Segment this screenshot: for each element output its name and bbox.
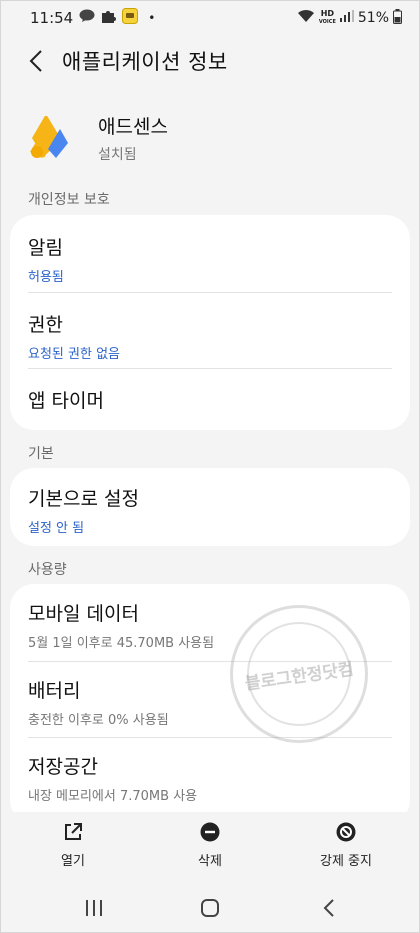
adsense-app-icon bbox=[28, 114, 68, 160]
delete-label: 삭제 bbox=[198, 854, 222, 869]
set-as-default-title: 기본으로 설정 bbox=[28, 488, 139, 510]
app-timer-title: 앱 타이머 bbox=[28, 390, 104, 412]
storage-title: 저장공간 bbox=[28, 756, 98, 778]
voice-label: VOICE bbox=[318, 19, 336, 25]
system-nav-bar bbox=[0, 882, 420, 933]
hd-voice-badge: HD VOICE bbox=[319, 10, 336, 26]
battery-icon bbox=[393, 8, 402, 28]
permissions-status: 요청된 권한 없음 bbox=[28, 347, 120, 362]
app-name: 애드센스 bbox=[98, 116, 168, 138]
open-external-icon bbox=[65, 823, 82, 840]
chevron-left-icon bbox=[29, 50, 42, 72]
battery-usage: 충전한 이후로 0% 사용됨 bbox=[28, 713, 169, 728]
set-as-default-status: 설정 안 됨 bbox=[28, 521, 85, 536]
recent-apps-icon bbox=[86, 900, 102, 916]
bottom-action-bar: 열기 삭제 강제 중지 bbox=[0, 812, 420, 882]
talk-message-icon bbox=[79, 9, 95, 27]
section-privacy-label: 개인정보 보호 bbox=[28, 192, 110, 208]
battery-row[interactable]: 배터리 충전한 이후로 0% 사용됨 bbox=[10, 661, 410, 737]
page-title: 애플리케이션 정보 bbox=[62, 50, 228, 74]
home-button[interactable] bbox=[190, 896, 230, 920]
notifications-title: 알림 bbox=[28, 237, 63, 259]
privacy-card: 알림 허용됨 권한 요청된 권한 없음 앱 타이머 bbox=[10, 215, 410, 430]
open-button[interactable]: 열기 bbox=[18, 822, 128, 869]
mobile-data-row[interactable]: 모바일 데이터 5월 1일 이후로 45.70MB 사용됨 bbox=[10, 584, 410, 661]
app-timer-row[interactable]: 앱 타이머 bbox=[10, 368, 410, 430]
minus-circle-icon bbox=[200, 822, 220, 842]
app-install-status: 설치됨 bbox=[98, 147, 137, 163]
back-button[interactable] bbox=[12, 37, 60, 85]
permissions-title: 권한 bbox=[28, 314, 63, 336]
app-header: 애드센스 설치됨 bbox=[28, 108, 400, 168]
wifi-icon bbox=[297, 9, 315, 27]
permissions-row[interactable]: 권한 요청된 권한 없음 bbox=[10, 292, 410, 368]
nav-back-button[interactable] bbox=[309, 896, 349, 920]
status-time: 11:54 bbox=[30, 9, 74, 27]
stop-circle-icon bbox=[336, 822, 356, 842]
notification-dot: • bbox=[148, 11, 156, 25]
force-stop-button[interactable]: 강제 중지 bbox=[291, 822, 401, 869]
battery-title: 배터리 bbox=[28, 680, 81, 702]
set-as-default-row[interactable]: 기본으로 설정 설정 안 됨 bbox=[10, 468, 410, 546]
puzzle-icon bbox=[101, 9, 117, 28]
notifications-row[interactable]: 알림 허용됨 bbox=[10, 215, 410, 292]
kakao-icon bbox=[122, 8, 139, 28]
mobile-data-title: 모바일 데이터 bbox=[28, 603, 139, 625]
hd-label: HD bbox=[320, 9, 335, 18]
signal-icon bbox=[339, 10, 354, 26]
status-bar: 11:54 • HD VOICE 51% bbox=[0, 0, 420, 36]
force-stop-label: 강제 중지 bbox=[320, 854, 372, 869]
notifications-status: 허용됨 bbox=[28, 270, 64, 285]
usage-card: 모바일 데이터 5월 1일 이후로 45.70MB 사용됨 배터리 충전한 이후… bbox=[10, 584, 410, 824]
mobile-data-usage: 5월 1일 이후로 45.70MB 사용됨 bbox=[28, 636, 215, 651]
delete-button[interactable]: 삭제 bbox=[155, 822, 265, 869]
back-chevron-icon bbox=[323, 899, 334, 917]
section-basic-label: 기본 bbox=[28, 446, 54, 462]
basic-card: 기본으로 설정 설정 안 됨 bbox=[10, 468, 410, 546]
recent-apps-button[interactable] bbox=[74, 896, 114, 920]
app-bar: 애플리케이션 정보 bbox=[0, 36, 420, 86]
storage-row[interactable]: 저장공간 내장 메모리에서 7.70MB 사용 bbox=[10, 737, 410, 824]
section-usage-label: 사용량 bbox=[28, 562, 67, 578]
battery-percent: 51% bbox=[357, 10, 389, 26]
storage-usage: 내장 메모리에서 7.70MB 사용 bbox=[28, 789, 198, 804]
home-icon bbox=[201, 899, 219, 917]
open-label: 열기 bbox=[61, 854, 85, 869]
